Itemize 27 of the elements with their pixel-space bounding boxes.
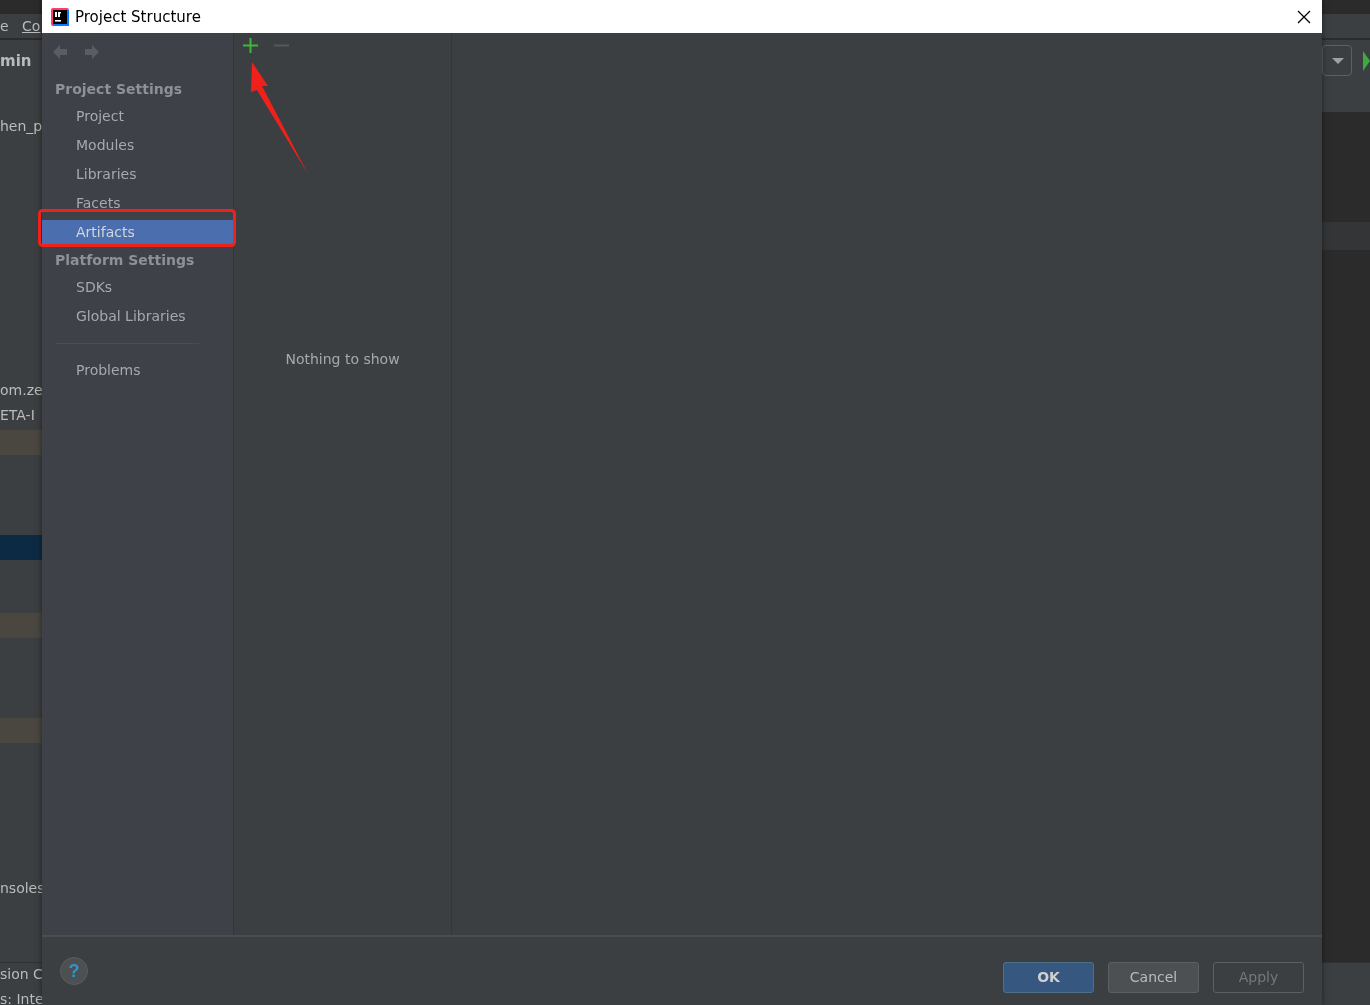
help-button[interactable]: ? bbox=[60, 957, 88, 985]
run-icon[interactable] bbox=[1363, 51, 1370, 71]
background-text: sion C bbox=[0, 966, 43, 982]
background-text: Co bbox=[22, 18, 41, 34]
add-icon[interactable] bbox=[242, 37, 259, 54]
sidebar-item[interactable]: Modules bbox=[42, 131, 233, 160]
background-text: hen_p bbox=[0, 118, 43, 134]
sidebar-item[interactable]: Problems bbox=[42, 356, 233, 385]
sidebar-item[interactable]: Artifacts bbox=[42, 220, 233, 245]
background-text: min bbox=[0, 52, 32, 70]
sidebar-item[interactable]: Global Libraries bbox=[42, 302, 233, 331]
background-text: e bbox=[0, 18, 9, 34]
dialog-button[interactable]: OK bbox=[1003, 961, 1094, 993]
window-title: Project Structure bbox=[75, 7, 202, 26]
background-text: s: Inte bbox=[0, 991, 44, 1005]
background-text: ETA-I bbox=[0, 407, 35, 423]
sidebar-item[interactable]: Facets bbox=[42, 189, 233, 218]
section-heading: Platform Settings bbox=[54, 251, 196, 270]
sidebar-item[interactable]: Project bbox=[42, 102, 233, 131]
app-logo-icon bbox=[51, 7, 69, 26]
dropdown-button[interactable] bbox=[1322, 45, 1352, 76]
dialog-button[interactable]: Cancel bbox=[1108, 961, 1199, 993]
background-text: om.ze bbox=[0, 382, 43, 398]
sidebar-item[interactable]: SDKs bbox=[42, 273, 233, 302]
sidebar-item[interactable]: Libraries bbox=[42, 160, 233, 189]
section-heading: Project Settings bbox=[54, 80, 184, 99]
empty-message: Nothing to show bbox=[284, 351, 401, 367]
